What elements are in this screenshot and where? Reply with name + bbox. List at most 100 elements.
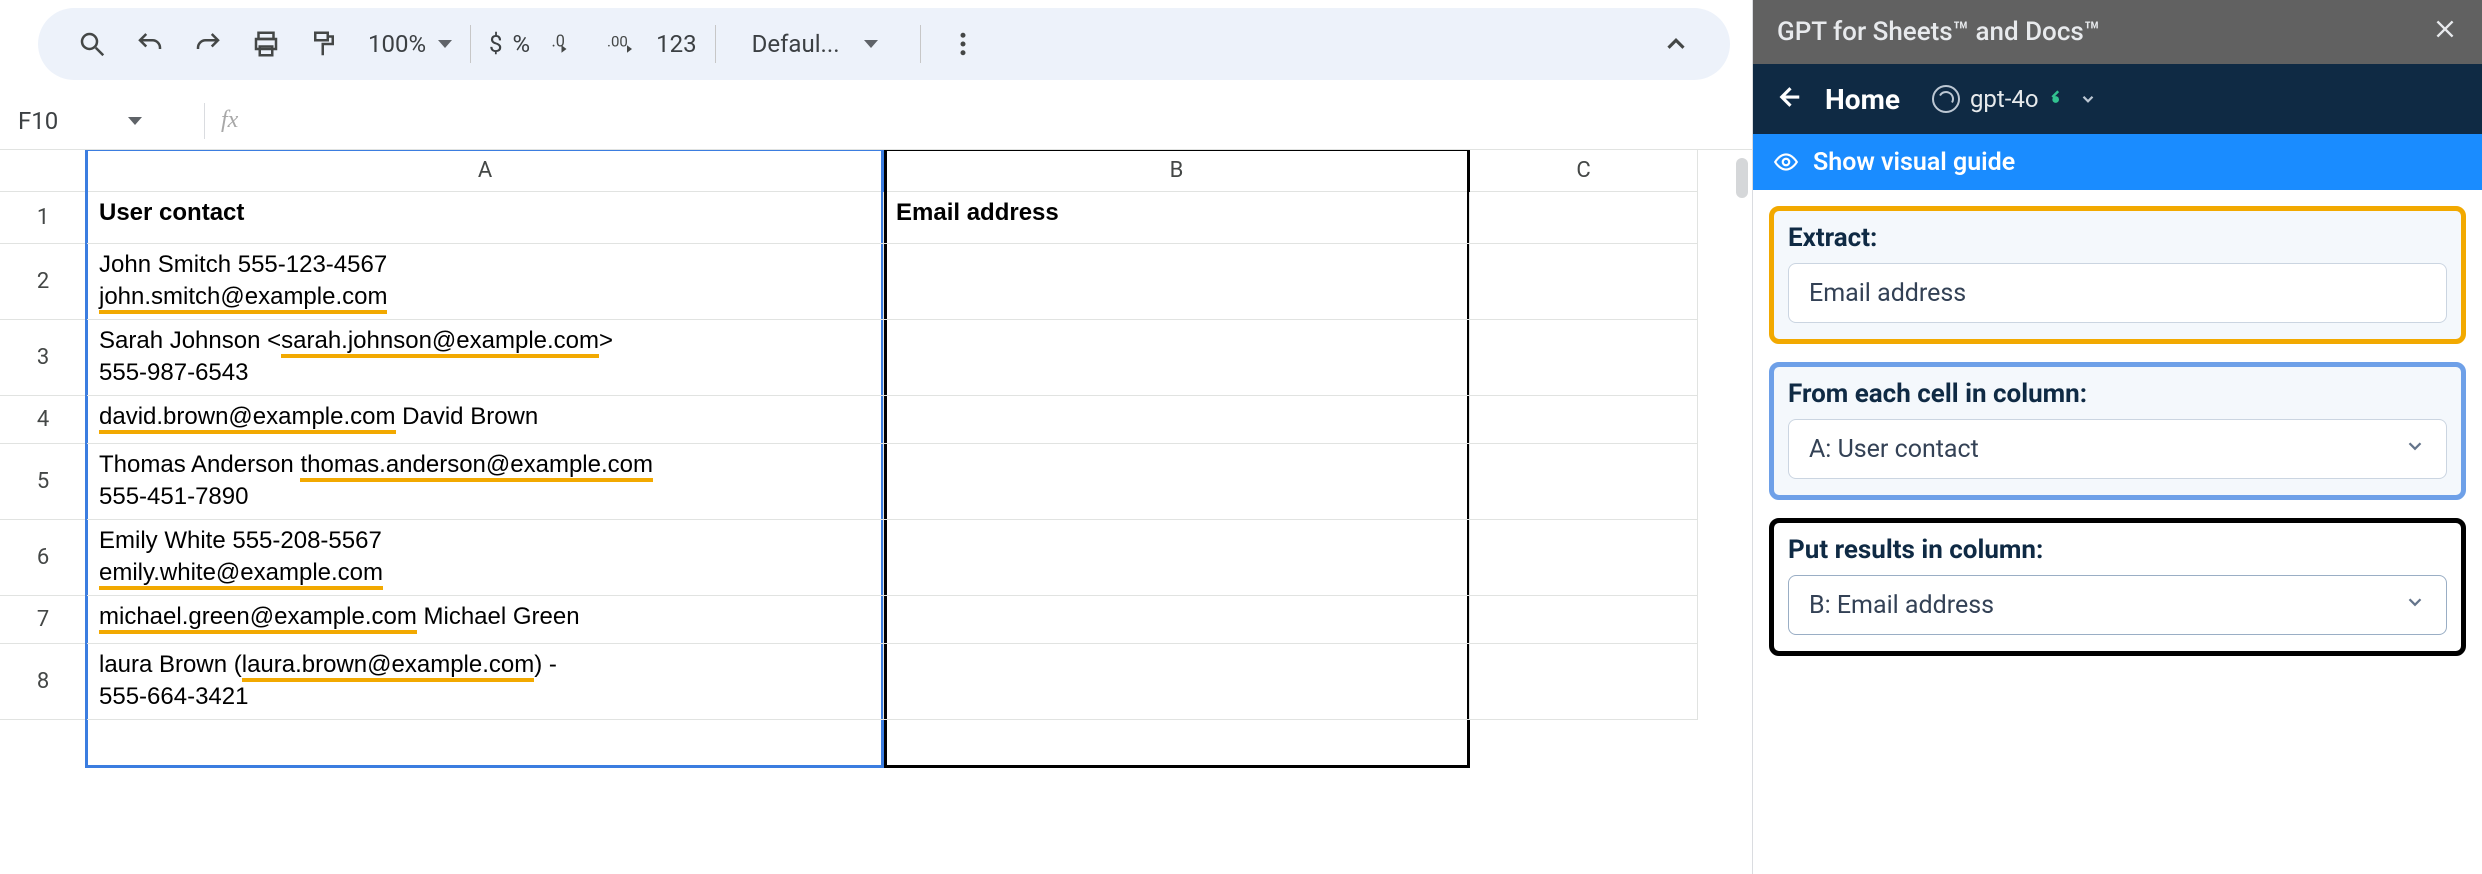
highlighted-email: laura.brown@example.com [242, 651, 535, 682]
cell-B8[interactable] [884, 644, 1470, 720]
undo-icon[interactable] [126, 20, 174, 68]
print-icon[interactable] [242, 20, 290, 68]
put-column-block: Put results in column: B: Email address [1769, 518, 2466, 656]
collapse-toolbar-icon[interactable] [1652, 20, 1700, 68]
cell-A5[interactable]: Thomas Anderson thomas.anderson@example.… [87, 444, 884, 520]
home-label[interactable]: Home [1825, 83, 1900, 116]
currency-format-button[interactable]: $ [489, 20, 503, 68]
spreadsheet-grid[interactable]: A B C 12345678 User contactEmail address… [0, 150, 1752, 874]
key-icon [2049, 85, 2069, 113]
from-select[interactable]: A: User contact [1788, 419, 2447, 479]
paint-format-icon[interactable] [300, 20, 348, 68]
percent-format-button[interactable]: % [513, 20, 531, 68]
cell-B1[interactable]: Email address [884, 192, 1470, 244]
search-icon[interactable] [68, 20, 116, 68]
row-header[interactable]: 2 [0, 244, 87, 320]
from-value: A: User contact [1809, 435, 1979, 464]
divider [920, 25, 921, 63]
chevron-down-icon [2404, 591, 2426, 620]
model-name: gpt-4o [1970, 85, 2039, 113]
row-header[interactable]: 4 [0, 396, 87, 444]
cell-B7[interactable] [884, 596, 1470, 644]
cell-A1[interactable]: User contact [87, 192, 884, 244]
highlighted-email: michael.green@example.com [99, 603, 417, 634]
increase-decimal-button[interactable]: .00 [598, 20, 646, 68]
cell-C5[interactable] [1470, 444, 1698, 520]
row-header[interactable]: 8 [0, 644, 87, 720]
highlighted-email: john.smitch@example.com [99, 283, 387, 314]
chevron-down-icon [438, 40, 452, 48]
column-header-C[interactable]: C [1470, 150, 1698, 192]
row-header[interactable]: 5 [0, 444, 87, 520]
chevron-down-icon [2404, 435, 2426, 464]
cell-B6[interactable] [884, 520, 1470, 596]
extract-block: Extract: Email address [1769, 206, 2466, 344]
divider [470, 25, 471, 63]
chevron-down-icon [2079, 90, 2097, 108]
addon-titlebar: GPT for Sheets™ and Docs™ [1753, 0, 2482, 64]
cell-C3[interactable] [1470, 320, 1698, 396]
decrease-decimal-button[interactable]: .0 [540, 20, 588, 68]
more-menu-icon[interactable] [939, 20, 987, 68]
font-name: Defaul... [752, 30, 840, 58]
row-header[interactable]: 1 [0, 192, 87, 244]
cell-A2[interactable]: John Smitch 555-123-4567john.smitch@exam… [87, 244, 884, 320]
row-header[interactable]: 7 [0, 596, 87, 644]
font-dropdown[interactable]: Defaul... [752, 30, 902, 58]
toolbar: 100% $ % .0 .00 123 Defaul... [38, 8, 1730, 80]
divider [715, 25, 716, 63]
row-header[interactable]: 6 [0, 520, 87, 596]
extract-label: Extract: [1788, 223, 2447, 253]
name-box[interactable]: F10 [8, 107, 188, 135]
addon-panel: GPT for Sheets™ and Docs™ Home gpt-4o Sh… [1752, 0, 2482, 874]
svg-text:.00: .00 [607, 33, 628, 51]
close-icon[interactable] [2432, 16, 2458, 49]
redo-icon[interactable] [184, 20, 232, 68]
chevron-down-icon [864, 40, 878, 48]
cell-C4[interactable] [1470, 396, 1698, 444]
column-headers-row: A B C [0, 150, 1752, 192]
extract-input[interactable]: Email address [1788, 263, 2447, 323]
zoom-value: 100% [368, 30, 426, 58]
name-fx-row: F10 fx [0, 92, 1752, 150]
eye-icon [1773, 149, 1799, 175]
row-headers: 12345678 [0, 192, 87, 720]
from-column-block: From each cell in column: A: User contac… [1769, 362, 2466, 500]
visual-guide-label: Show visual guide [1813, 148, 2015, 177]
cell-B4[interactable] [884, 396, 1470, 444]
cell-A8[interactable]: laura Brown (laura.brown@example.com) -5… [87, 644, 884, 720]
model-selector[interactable]: gpt-4o [1932, 85, 2097, 113]
back-arrow-icon[interactable] [1773, 82, 1803, 116]
select-all-corner[interactable] [0, 150, 87, 192]
cell-C2[interactable] [1470, 244, 1698, 320]
more-formats-button[interactable]: 123 [656, 20, 696, 68]
row-header[interactable]: 3 [0, 320, 87, 396]
addon-title-text: GPT for Sheets™ and Docs™ [1777, 17, 2100, 47]
cell-C1[interactable] [1470, 192, 1698, 244]
cell-C8[interactable] [1470, 644, 1698, 720]
zoom-dropdown[interactable]: 100% [368, 30, 452, 58]
column-header-A[interactable]: A [87, 150, 884, 192]
cell-A6[interactable]: Emily White 555-208-5567emily.white@exam… [87, 520, 884, 596]
highlighted-email: david.brown@example.com [99, 403, 396, 434]
visual-guide-banner[interactable]: Show visual guide [1753, 134, 2482, 190]
cell-A7[interactable]: michael.green@example.com Michael Green [87, 596, 884, 644]
fx-icon: fx [221, 107, 238, 134]
cell-A4[interactable]: david.brown@example.com David Brown [87, 396, 884, 444]
cell-A3[interactable]: Sarah Johnson <sarah.johnson@example.com… [87, 320, 884, 396]
name-box-value: F10 [18, 107, 58, 135]
highlighted-email: emily.white@example.com [99, 559, 383, 590]
chevron-down-icon [128, 117, 142, 125]
addon-form: Extract: Email address From each cell in… [1753, 190, 2482, 672]
cell-C7[interactable] [1470, 596, 1698, 644]
cell-B3[interactable] [884, 320, 1470, 396]
sheets-area: 100% $ % .0 .00 123 Defaul... F10 [0, 0, 1752, 874]
cell-B5[interactable] [884, 444, 1470, 520]
put-select[interactable]: B: Email address [1788, 575, 2447, 635]
cell-B2[interactable] [884, 244, 1470, 320]
extract-value: Email address [1809, 279, 1966, 308]
column-header-B[interactable]: B [884, 150, 1470, 192]
scrollbar-vertical[interactable] [1736, 158, 1748, 198]
cell-C6[interactable] [1470, 520, 1698, 596]
put-value: B: Email address [1809, 591, 1994, 620]
